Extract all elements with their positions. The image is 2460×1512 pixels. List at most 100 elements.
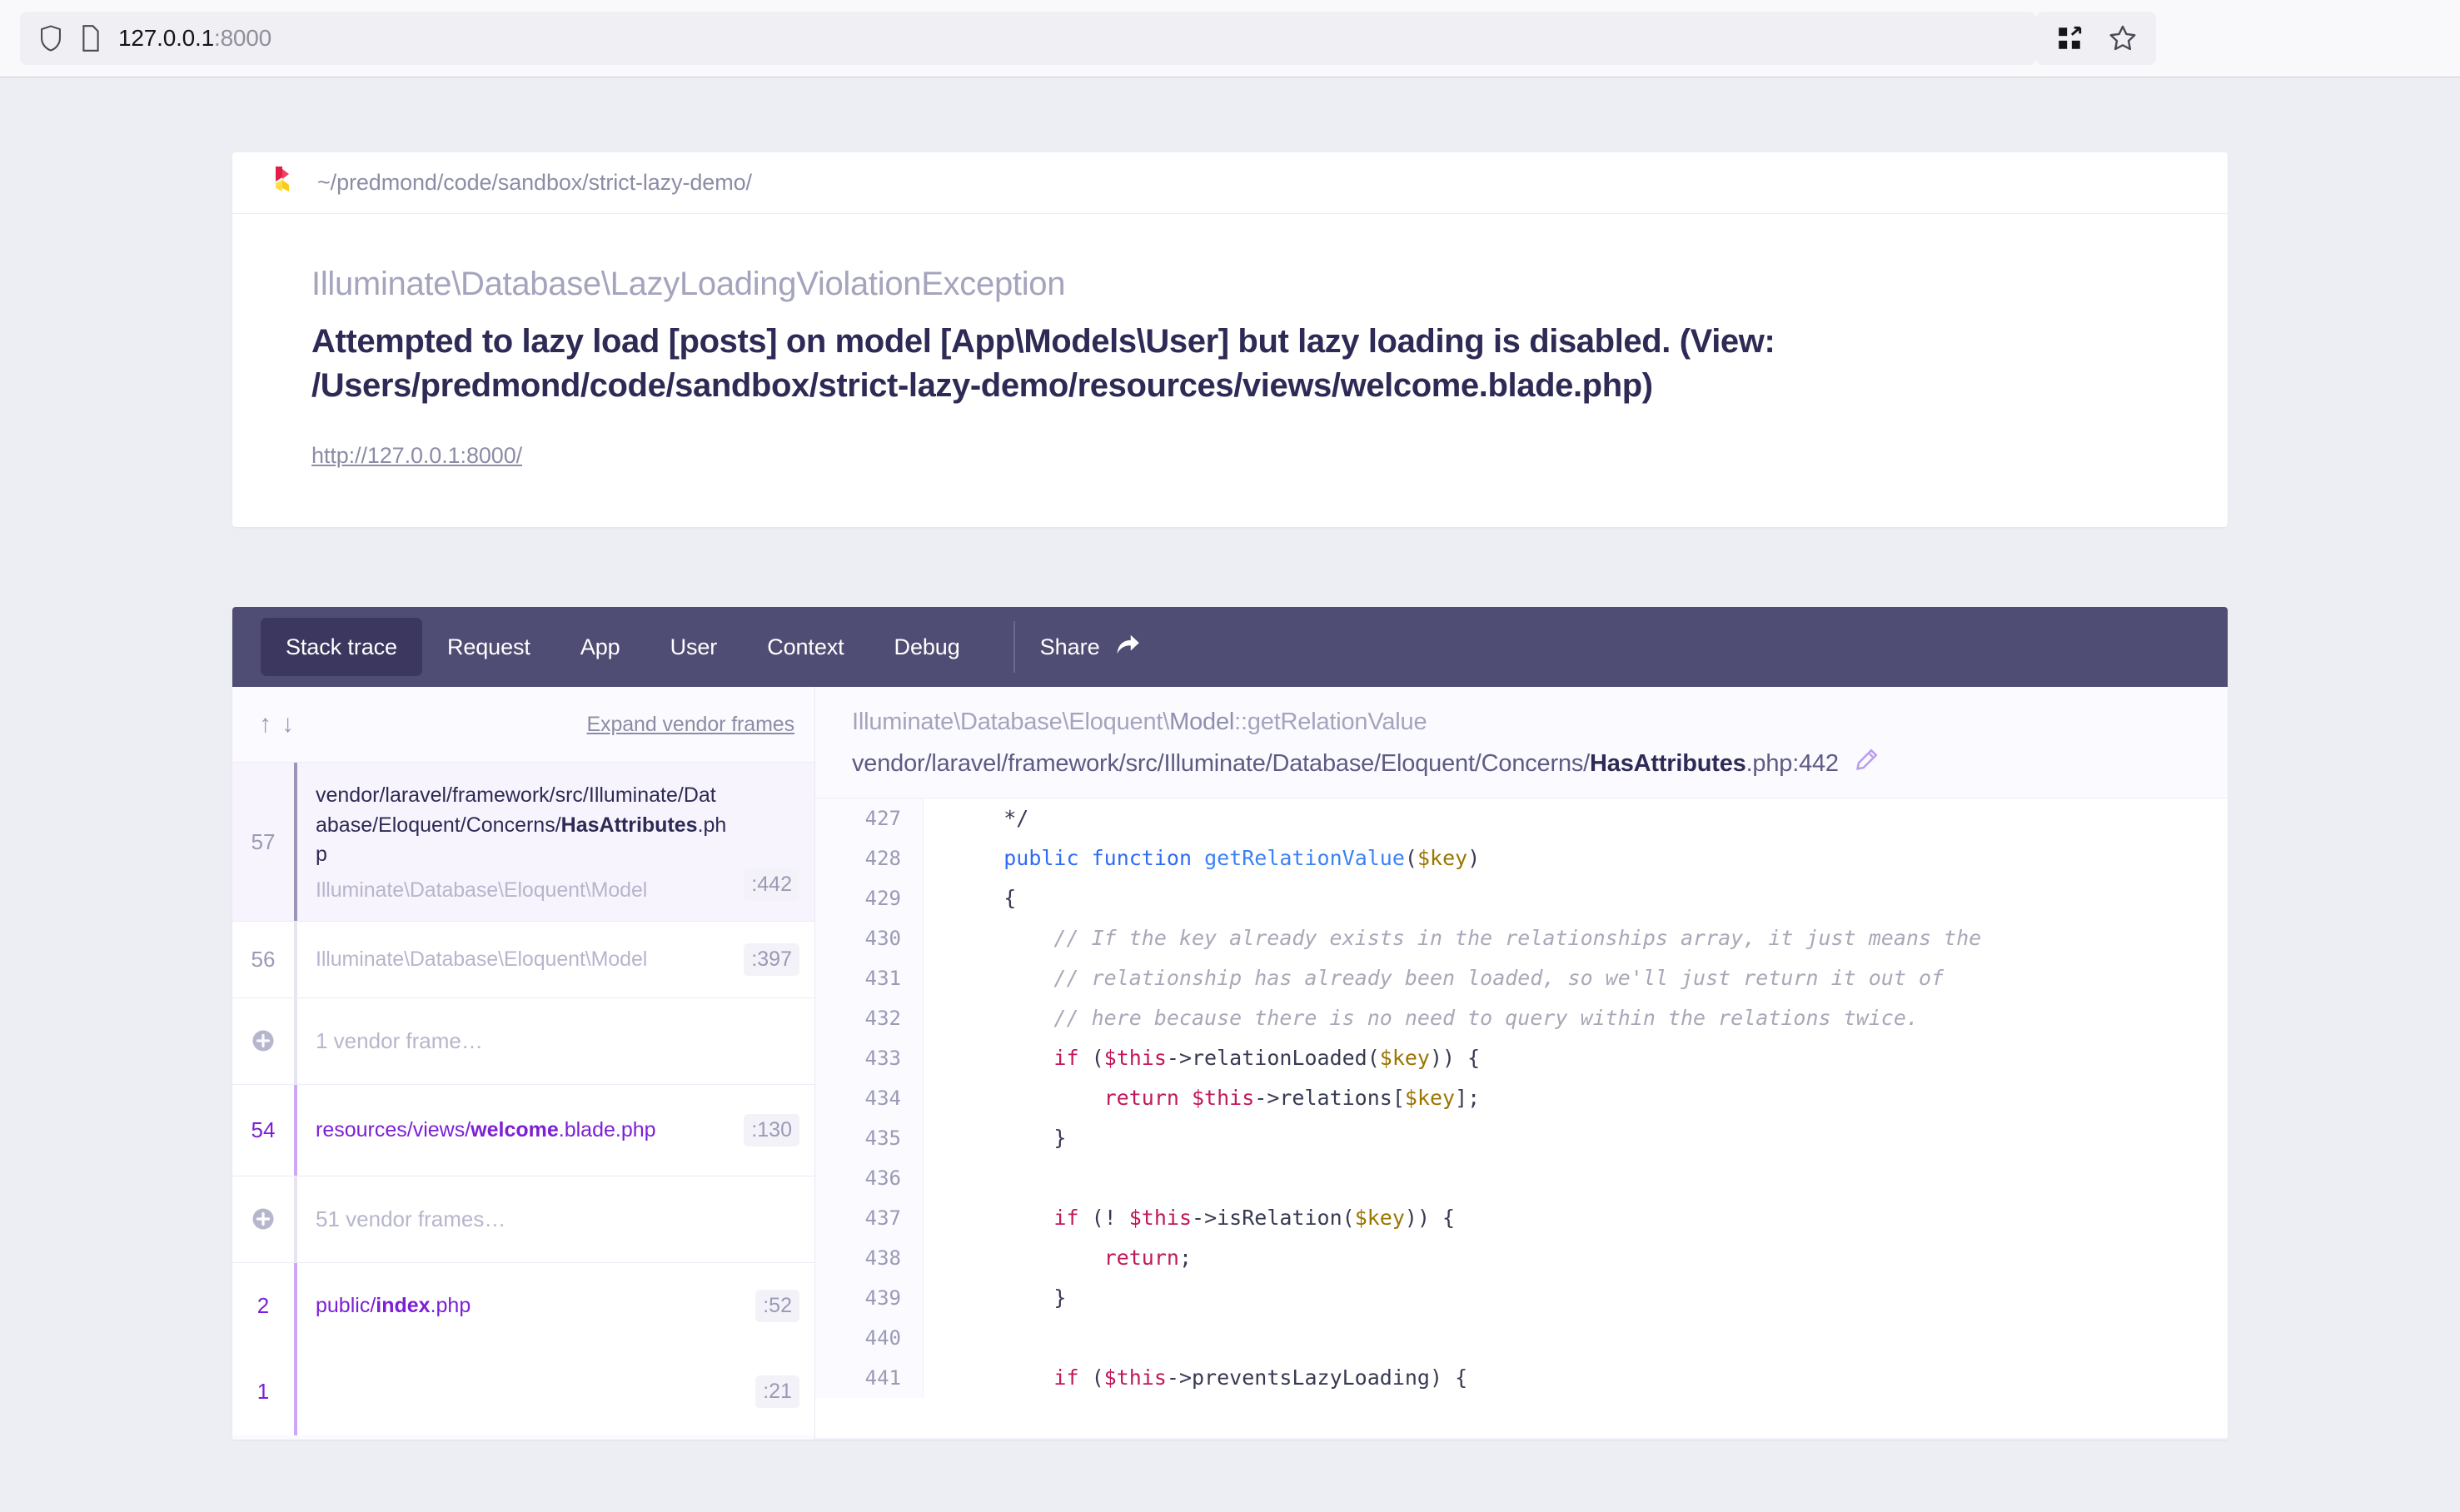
code-namespace: Illuminate\Database\Eloquent\	[852, 709, 1170, 736]
table-row[interactable]: 57 vendor/laravel/framework/src/Illumina…	[232, 762, 814, 921]
tab-stack-trace[interactable]: Stack trace	[261, 618, 422, 677]
table-row[interactable]: 54 resources/views/welcome.blade.php :13…	[232, 1083, 814, 1176]
star-icon[interactable]	[2096, 12, 2149, 65]
extensions-grid-icon[interactable]	[2043, 12, 2096, 65]
tab-divider	[1013, 621, 1015, 674]
frame-line-number: :21	[755, 1375, 799, 1409]
code-token: $key	[1379, 1046, 1430, 1071]
frame-line-number: :397	[744, 943, 799, 976]
code-line: 438 return;	[815, 1238, 2228, 1279]
code-line-content: public function getRelationValue($key)	[924, 838, 1480, 878]
code-token: public	[1003, 846, 1079, 871]
frame-file-prefix: resources/views/	[316, 1117, 471, 1141]
plus-circle-icon[interactable]	[232, 1028, 294, 1053]
vendor-frames-label: 51 vendor frames…	[316, 1206, 506, 1231]
expand-vendor-frames-link[interactable]: Expand vendor frames	[586, 713, 794, 737]
frame-line-number: :52	[755, 1289, 799, 1322]
code-line-content: if ($this->relationLoaded($key)) {	[924, 1038, 1480, 1078]
table-row[interactable]: 1 :21	[232, 1348, 814, 1435]
sort-arrows[interactable]: ↑ ↓	[259, 710, 294, 739]
code-line: 435 }	[815, 1118, 2228, 1159]
code-token: if	[1053, 1206, 1079, 1231]
code-line-content: }	[924, 1118, 1066, 1158]
code-line-content: // relationship has already been loaded,…	[924, 958, 1944, 998]
exception-header-card: ~/predmond/code/sandbox/strict-lazy-demo…	[232, 152, 2228, 528]
ignition-error-page: ~/predmond/code/sandbox/strict-lazy-demo…	[0, 152, 2460, 1512]
code-token: $this	[1192, 1086, 1255, 1111]
frame-file-ext: .php	[430, 1293, 471, 1317]
arrow-down-icon[interactable]: ↓	[281, 710, 294, 739]
code-token: (!	[1078, 1206, 1129, 1231]
code-line: 431 // relationship has already been loa…	[815, 958, 2228, 999]
code-line-content: return;	[924, 1238, 1192, 1278]
frame-number: 56	[251, 946, 276, 972]
code-token: */	[1003, 806, 1029, 831]
toolbar-actions	[2036, 12, 2460, 65]
code-line: 434 return $this->relations[$key];	[815, 1078, 2228, 1119]
code-line-content: }	[924, 1278, 1066, 1318]
code-method: ::getRelationValue	[1234, 709, 1427, 736]
code-line-number: 435	[815, 1118, 924, 1159]
table-row[interactable]: 56 Illuminate\Database\Eloquent\Model :3…	[232, 920, 814, 997]
frame-class: Illuminate\Database\Eloquent\Model	[316, 878, 648, 902]
table-row[interactable]: 2 public/index.php :52	[232, 1261, 814, 1349]
tab-app[interactable]: App	[555, 618, 645, 676]
tab-context[interactable]: Context	[742, 618, 869, 676]
code-line-number: 438	[815, 1238, 924, 1279]
code-token: return	[1103, 1086, 1179, 1111]
address-bar[interactable]: 127.0.0.1:8000	[20, 12, 2036, 65]
code-class: Model	[1169, 709, 1235, 736]
code-pane: Illuminate\Database\Eloquent\Model::getR…	[815, 687, 2228, 1440]
tab-user[interactable]: User	[645, 618, 743, 676]
code-line-number: 431	[815, 958, 924, 999]
code-line-content: // here because there is no need to quer…	[924, 998, 1919, 1038]
code-line-number: 427	[815, 798, 924, 839]
pencil-icon[interactable]	[1854, 748, 1879, 779]
tab-debug[interactable]: Debug	[869, 618, 985, 676]
code-line: 430 // If the key already exists in the …	[815, 918, 2228, 959]
code-token: return	[1103, 1246, 1179, 1271]
code-token: if	[1053, 1046, 1079, 1071]
code-line: 441 if ($this->preventsLazyLoading) {	[815, 1358, 2228, 1399]
code-line-number: 429	[815, 878, 924, 919]
arrow-up-icon[interactable]: ↑	[259, 710, 271, 739]
toolbar-actions-group	[2036, 12, 2156, 65]
frame-number: 57	[251, 828, 276, 854]
code-token: )) {	[1404, 1206, 1456, 1231]
code-token: function	[1091, 846, 1193, 871]
url-host: 127.0.0.1	[118, 25, 214, 51]
code-token: (	[1404, 846, 1417, 871]
frame-info: public/index.php	[297, 1273, 755, 1340]
code-line-number: 433	[815, 1038, 924, 1079]
vendor-frames-toggle[interactable]: 1 vendor frame…	[232, 997, 814, 1084]
code-path-prefix: vendor/laravel/framework/src/Illuminate/…	[852, 749, 1591, 777]
frame-file-prefix: public/	[316, 1293, 376, 1317]
frame-file-name: welcome	[471, 1117, 559, 1141]
code-path-suffix: .php:442	[1745, 749, 1839, 777]
code-token: ->preventsLazyLoading) {	[1166, 1365, 1468, 1390]
frame-file-ext: .blade.php	[558, 1117, 656, 1141]
plus-circle-icon[interactable]	[232, 1206, 294, 1231]
request-url-link[interactable]: http://127.0.0.1:8000/	[311, 443, 522, 469]
exception-message: Attempted to lazy load [posts] on model …	[311, 323, 1775, 405]
tab-request[interactable]: Request	[422, 618, 555, 676]
code-highlight-row	[815, 1438, 2228, 1440]
code-line: 440	[815, 1318, 2228, 1359]
vendor-frames-toggle[interactable]: 51 vendor frames…	[232, 1175, 814, 1262]
code-line: 439 }	[815, 1278, 2228, 1319]
vendor-frames-info: 51 vendor frames…	[297, 1188, 814, 1251]
code-line: 437 if (! $this->isRelation($key)) {	[815, 1198, 2228, 1239]
url-port: :8000	[213, 25, 272, 51]
trace-body: ↑ ↓ Expand vendor frames 57 vendor/larav…	[232, 687, 2228, 1440]
code-line: 427 */	[815, 798, 2228, 839]
share-button[interactable]: Share	[1037, 633, 1140, 662]
code-listing[interactable]: 427 */428 public function getRelationVal…	[815, 798, 2228, 1440]
code-token: $this	[1128, 1206, 1193, 1231]
code-token: // here because there is no need to quer…	[954, 1006, 1919, 1031]
page-icon	[80, 25, 102, 52]
project-path: ~/predmond/code/sandbox/strict-lazy-demo…	[317, 170, 752, 195]
